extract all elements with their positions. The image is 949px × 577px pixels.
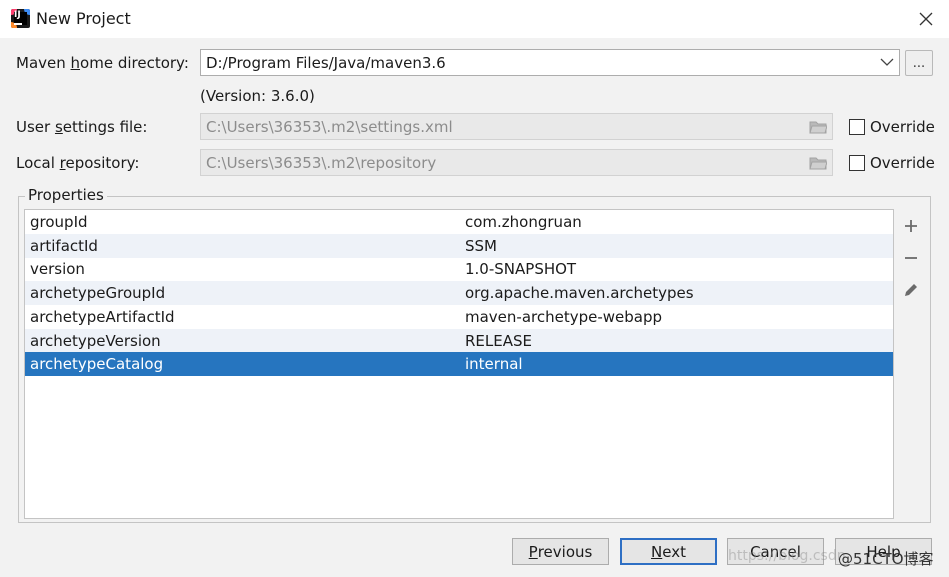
property-value: RELEASE <box>465 332 532 350</box>
table-row[interactable]: archetypeVersion RELEASE <box>25 329 893 353</box>
local-repository-field[interactable]: C:\Users\36353\.m2\repository <box>200 149 833 176</box>
property-value: org.apache.maven.archetypes <box>465 284 694 302</box>
minus-icon <box>905 257 917 259</box>
user-settings-field[interactable]: C:\Users\36353\.m2\settings.xml <box>200 113 833 140</box>
local-repository-label: Local repository: <box>16 154 140 172</box>
next-button[interactable]: Next <box>620 538 717 565</box>
properties-title: Properties <box>25 186 107 204</box>
table-row[interactable]: artifactId SSM <box>25 234 893 258</box>
browse-button[interactable]: ... <box>905 50 933 76</box>
user-settings-label: User settings file: <box>16 118 148 136</box>
table-row-selected[interactable]: archetypeCatalog internal <box>25 352 893 376</box>
property-value: com.zhongruan <box>465 213 582 231</box>
folder-icon[interactable] <box>809 156 827 170</box>
property-key: version <box>30 260 85 278</box>
property-value: 1.0-SNAPSHOT <box>465 260 577 278</box>
properties-table[interactable]: groupId com.zhongruan artifactId SSM ver… <box>24 209 894 519</box>
maven-version-text: (Version: 3.6.0) <box>200 87 315 105</box>
table-row[interactable]: archetypeGroupId org.apache.maven.archet… <box>25 281 893 305</box>
intellij-idea-icon: IJ <box>11 9 30 28</box>
plus-icon <box>905 220 917 232</box>
repository-override-label: Override <box>870 154 935 172</box>
add-property-button[interactable] <box>896 213 926 239</box>
property-key: archetypeVersion <box>30 332 161 350</box>
property-key: archetypeArtifactId <box>30 308 175 326</box>
chevron-down-icon[interactable] <box>880 58 894 67</box>
folder-icon[interactable] <box>809 120 827 134</box>
title-bar: IJ New Project <box>0 0 949 38</box>
property-value: maven-archetype-webapp <box>465 308 663 326</box>
pencil-icon <box>905 284 917 296</box>
settings-override-checkbox[interactable] <box>849 119 865 135</box>
property-key: artifactId <box>30 237 98 255</box>
local-repository-value: C:\Users\36353\.m2\repository <box>206 153 437 172</box>
table-row[interactable]: groupId com.zhongruan <box>25 210 893 234</box>
property-key: groupId <box>30 213 88 231</box>
close-icon <box>919 12 933 26</box>
maven-home-combobox[interactable]: D:/Program Files/Java/maven3.6 <box>200 49 900 76</box>
property-value: internal <box>465 355 523 373</box>
previous-button[interactable]: Previous <box>512 538 609 565</box>
remove-property-button[interactable] <box>896 245 926 271</box>
close-button[interactable] <box>903 0 949 38</box>
property-value: SSM <box>465 237 497 255</box>
user-settings-value: C:\Users\36353\.m2\settings.xml <box>206 117 453 136</box>
table-row[interactable]: version 1.0-SNAPSHOT <box>25 257 893 281</box>
window-title: New Project <box>36 9 131 28</box>
maven-home-label: Maven home directory: <box>16 54 189 72</box>
table-row[interactable]: archetypeArtifactId maven-archetype-weba… <box>25 305 893 329</box>
maven-home-value: D:/Program Files/Java/maven3.6 <box>206 53 446 72</box>
settings-override-label: Override <box>870 118 935 136</box>
watermark-brand: @51CTO博客 <box>838 550 934 568</box>
property-key: archetypeGroupId <box>30 284 166 302</box>
repository-override-checkbox[interactable] <box>849 155 865 171</box>
property-key: archetypeCatalog <box>30 355 164 373</box>
watermark-url: https://blog.csdn <box>728 548 846 564</box>
edit-property-button[interactable] <box>896 277 926 303</box>
